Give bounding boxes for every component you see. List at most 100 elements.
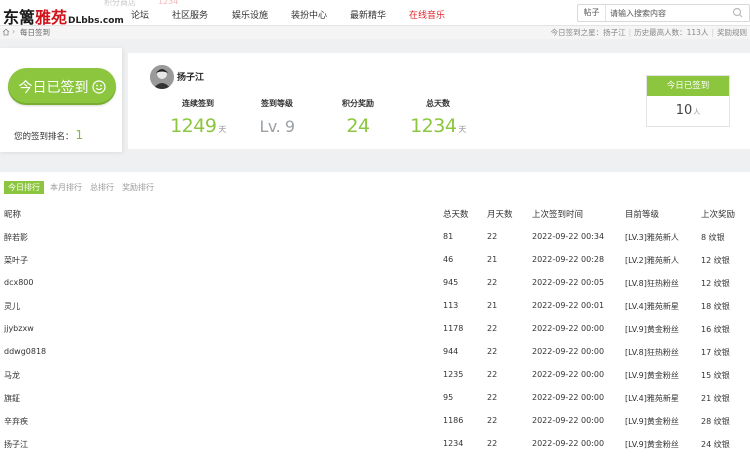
cell-nickname[interactable]: 旗鉦: [4, 393, 20, 404]
cell-reward: 16 纹银: [701, 325, 730, 334]
stat-consecutive-days: 连续签到 1249 天: [158, 98, 238, 137]
signed-in-label: 今日已签到: [18, 79, 89, 96]
username[interactable]: 扬子江: [177, 70, 204, 83]
cell-nickname[interactable]: jjybzxw: [4, 324, 34, 333]
tab-reward-ranking[interactable]: 奖励排行: [122, 181, 154, 194]
cell-reward: 17 纹银: [701, 348, 730, 357]
stat-points-reward: 积分奖励 24: [318, 98, 398, 137]
today-signed-label: 今日已签到: [647, 76, 729, 96]
user-avatar-image: [150, 65, 174, 89]
tab-total-ranking[interactable]: 总排行: [90, 181, 114, 194]
home-icon[interactable]: [2, 28, 10, 36]
cell-total-days: 1186: [443, 416, 464, 425]
signed-in-button[interactable]: 今日已签到: [8, 68, 116, 105]
table-row: 马龙 1235 22 2022-09-22 00:00 [LV.9]黄金粉丝 15 纹银: [0, 370, 750, 384]
cell-last-sign-time: 2022-09-22 00:00: [532, 347, 605, 356]
stat-value: Lv. 9: [259, 117, 296, 136]
cell-last-sign-time: 2022-09-22 00:00: [532, 324, 605, 333]
tab-today-ranking[interactable]: 今日排行: [4, 181, 44, 194]
tab-month-ranking[interactable]: 本月排行: [50, 181, 82, 194]
stat-unit: 天: [458, 125, 466, 134]
logo-domain: DLbbs.com: [68, 16, 124, 26]
cell-last-sign-time: 2022-09-22 00:28: [532, 255, 605, 264]
cell-last-sign-time: 2022-09-22 00:01: [532, 301, 605, 310]
cell-month-days: 22: [487, 347, 498, 356]
nav-item-dressup[interactable]: 装扮中心: [291, 8, 327, 21]
table-row: 旗鉦 95 22 2022-09-22 00:00 [LV.4]雅苑新星 21 纹银: [0, 393, 750, 407]
cell-month-days: 22: [487, 278, 498, 287]
cell-last-sign-time: 2022-09-22 00:34: [532, 232, 605, 241]
logo-text-part1: 东篱: [3, 8, 36, 27]
search-button[interactable]: [727, 5, 749, 21]
cell-total-days: 95: [443, 393, 454, 402]
cell-nickname[interactable]: 扬子江: [4, 439, 28, 450]
table-row: dcx800 945 22 2022-09-22 00:05 [LV.8]狂热粉丝 12 …: [0, 278, 750, 292]
col-last-reward: 上次奖励: [701, 210, 736, 220]
breadcrumb-current[interactable]: 每日签到: [20, 27, 50, 38]
col-last-sign-time: 上次签到时间: [532, 210, 584, 220]
reward-rules-link[interactable]: 奖励规则: [714, 28, 750, 37]
today-signed-unit: 人: [693, 108, 701, 116]
today-signed-count-box: 今日已签到 10人: [646, 75, 730, 127]
cell-last-sign-time: 2022-09-22 00:00: [532, 439, 605, 448]
search-input[interactable]: [610, 6, 720, 20]
cell-nickname[interactable]: 醉若影: [4, 232, 28, 243]
cell-level: [LV.3]雅苑新人: [625, 233, 679, 242]
cell-level: [LV.9]黄金粉丝: [625, 440, 679, 449]
table-row: jjybzxw 1178 22 2022-09-22 00:00 [LV.9]黄金粉丝 1…: [0, 324, 750, 338]
cell-total-days: 1234: [443, 439, 464, 448]
faded-nav-item: 1234: [158, 0, 179, 6]
top-navbar: 东篱 雅苑 DLbbs.com 积分商店 1234 论坛 社区服务 娱乐设施 装…: [0, 0, 750, 27]
cell-reward: 28 纹银: [701, 417, 730, 426]
today-signed-count: 10: [675, 103, 693, 118]
nav-item-online-music[interactable]: 在线音乐: [409, 8, 445, 21]
nav-item-latest-digest[interactable]: 最新精华: [350, 8, 386, 21]
cell-month-days: 21: [487, 301, 498, 310]
faded-nav-item: 积分商店: [104, 0, 136, 7]
cell-last-sign-time: 2022-09-22 00:00: [532, 416, 605, 425]
cell-reward: 8 纹银: [701, 233, 725, 242]
search-type-select[interactable]: 帖子: [578, 5, 606, 21]
cell-month-days: 21: [487, 255, 498, 264]
nav-item-forum[interactable]: 论坛: [131, 8, 149, 21]
table-row: 菜叶子 46 21 2022-09-22 00:28 [LV.2]雅苑新人 12 纹银: [0, 255, 750, 269]
rank-label: 您的签到排名：: [14, 132, 74, 142]
nav-item-entertainment[interactable]: 娱乐设施: [232, 8, 268, 21]
cell-nickname[interactable]: ddwg0818: [4, 347, 46, 356]
cell-reward: 18 纹银: [701, 302, 730, 311]
table-row: 醉若影 81 22 2022-09-22 00:34 [LV.3]雅苑新人 8 纹银: [0, 232, 750, 246]
cell-level: [LV.4]雅苑新星: [625, 302, 679, 311]
search-box: 帖子: [577, 4, 750, 22]
stat-value: 1249: [170, 115, 217, 137]
ranking-tabs: 今日排行 本月排行 总排行 奖励排行: [4, 181, 162, 194]
cell-reward: 12 纹银: [701, 256, 730, 265]
history-max-count: 历史最高人数：113人: [634, 28, 709, 37]
nav-item-community-service[interactable]: 社区服务: [172, 8, 208, 21]
cell-reward: 21 纹银: [701, 394, 730, 403]
cell-reward: 24 纹银: [701, 440, 730, 449]
cell-reward: 15 纹银: [701, 371, 730, 380]
avatar[interactable]: [150, 65, 174, 89]
cell-level: [LV.9]黄金粉丝: [625, 325, 679, 334]
cell-level: [LV.9]黄金粉丝: [625, 417, 679, 426]
cell-level: [LV.4]雅苑新星: [625, 394, 679, 403]
cell-last-sign-time: 2022-09-22 00:05: [532, 278, 605, 287]
sign-star-of-day: 今日签到之星：扬子江: [550, 28, 626, 37]
cell-nickname[interactable]: 马龙: [4, 370, 20, 381]
stat-label: 总天数: [426, 99, 450, 108]
rank-value: 1: [75, 128, 84, 142]
stat-sign-level: 签到等级 Lv. 9: [237, 98, 317, 137]
cell-reward: 12 纹银: [701, 279, 730, 288]
cell-total-days: 1235: [443, 370, 464, 379]
stat-label: 连续签到: [182, 99, 214, 108]
cell-total-days: 1178: [443, 324, 464, 333]
table-row: 灵儿 113 21 2022-09-22 00:01 [LV.4]雅苑新星 18 纹银: [0, 301, 750, 315]
col-total-days: 总天数: [443, 210, 469, 220]
breadcrumb-separator: ›: [12, 27, 15, 36]
stat-unit: 天: [218, 125, 226, 134]
cell-nickname[interactable]: 灵儿: [4, 301, 20, 312]
cell-nickname[interactable]: dcx800: [4, 278, 33, 287]
my-sign-rank: 您的签到排名： 1: [14, 128, 83, 142]
cell-nickname[interactable]: 菜叶子: [4, 255, 28, 266]
cell-nickname[interactable]: 辛弃疾: [4, 416, 28, 427]
